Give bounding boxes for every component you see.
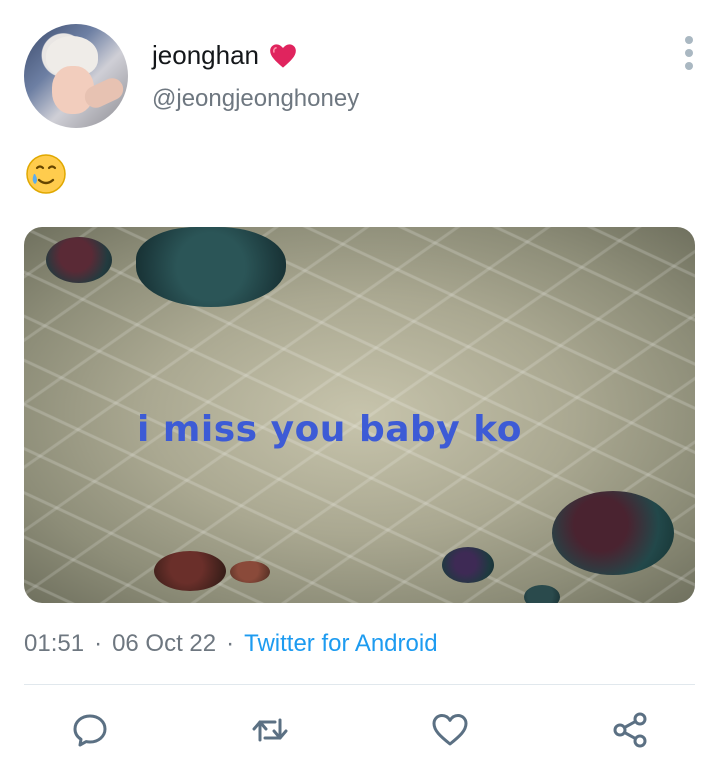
reply-button[interactable] xyxy=(68,708,112,752)
avatar[interactable] xyxy=(24,24,128,128)
tweet-source-link[interactable]: Twitter for Android xyxy=(244,630,437,658)
retweet-button[interactable] xyxy=(248,708,292,752)
divider xyxy=(24,684,695,685)
like-button[interactable] xyxy=(428,708,472,752)
rock xyxy=(442,547,494,583)
reply-icon xyxy=(73,714,107,747)
name-row[interactable]: jeonghan xyxy=(152,40,297,71)
tweet-media-image[interactable]: i miss you baby ko xyxy=(24,227,695,603)
action-bar xyxy=(0,708,720,758)
rock xyxy=(136,227,286,307)
tweet-emoji xyxy=(24,152,68,196)
display-name[interactable]: jeonghan xyxy=(152,40,259,71)
share-button[interactable] xyxy=(608,708,652,752)
heart-icon xyxy=(269,43,297,69)
media-caption: i miss you baby ko xyxy=(136,409,522,450)
share-icon xyxy=(613,712,647,748)
like-icon xyxy=(432,714,468,746)
rock xyxy=(230,561,270,583)
tweet-header: jeonghan @jeongjeonghoney xyxy=(24,24,704,128)
smiling-face-with-tear-icon xyxy=(26,154,66,194)
rock xyxy=(524,585,560,603)
more-options-icon[interactable] xyxy=(682,36,696,70)
retweet-icon xyxy=(252,718,288,742)
tweet-date[interactable]: 06 Oct 22 xyxy=(112,630,216,658)
rock xyxy=(552,491,674,575)
tweet-time[interactable]: 01:51 xyxy=(24,630,84,658)
rock xyxy=(46,237,112,283)
tweet-meta: 01:51 · 06 Oct 22 · Twitter for Android xyxy=(24,630,438,658)
meta-separator: · xyxy=(94,630,103,657)
rock xyxy=(154,551,226,591)
user-handle[interactable]: @jeongjeonghoney xyxy=(152,85,359,113)
meta-separator: · xyxy=(226,630,235,657)
